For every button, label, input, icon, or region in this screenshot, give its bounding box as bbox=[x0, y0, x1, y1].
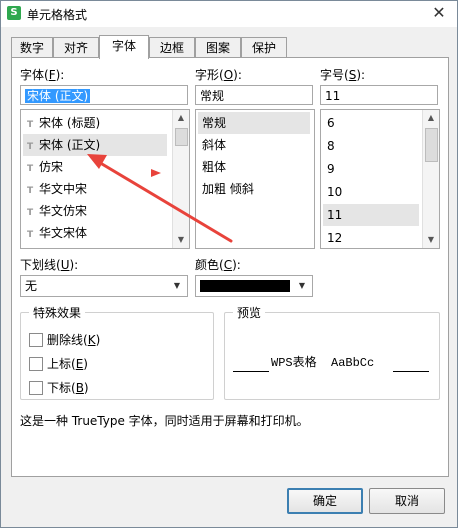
font-item-stzhongsong[interactable]: T 华文中宋 bbox=[23, 178, 167, 200]
font-description: 这是一种 TrueType 字体，同时适用于屏幕和打印机。 bbox=[20, 414, 309, 428]
font-dialog: S 单元格格式 ✕ 数字 对齐 字体 边框 图案 保护 字体(F): 宋体 (正… bbox=[0, 0, 458, 528]
ok-button[interactable]: 确定 bbox=[287, 488, 363, 514]
underline-select[interactable]: 无 ▼ bbox=[20, 275, 188, 297]
font-label: 字体(F): bbox=[20, 68, 65, 82]
truetype-icon: T bbox=[27, 142, 34, 152]
tab-number[interactable]: 数字 bbox=[11, 37, 53, 58]
size-item-6[interactable]: 6 bbox=[323, 112, 419, 134]
scroll-thumb[interactable] bbox=[175, 128, 188, 146]
tab-border[interactable]: 边框 bbox=[149, 37, 195, 58]
scroll-up-icon[interactable]: ▲ bbox=[173, 110, 189, 126]
tab-pattern[interactable]: 图案 bbox=[195, 37, 241, 58]
chevron-down-icon: ▼ bbox=[298, 281, 306, 290]
style-item-regular[interactable]: 常规 bbox=[198, 112, 310, 134]
tab-alignment[interactable]: 对齐 bbox=[53, 37, 99, 58]
size-item-12[interactable]: 12 bbox=[323, 227, 419, 248]
style-item-italic[interactable]: 斜体 bbox=[198, 134, 310, 156]
style-list[interactable]: 常规 斜体 粗体 加粗 倾斜 bbox=[195, 109, 315, 249]
style-item-bold-italic[interactable]: 加粗 倾斜 bbox=[198, 178, 310, 200]
style-label: 字形(O): bbox=[195, 68, 242, 82]
chevron-down-icon: ▼ bbox=[173, 281, 181, 290]
truetype-icon: T bbox=[27, 120, 34, 130]
subscript-label[interactable]: 下标(B) bbox=[47, 379, 89, 396]
effects-title: 特殊效果 bbox=[29, 304, 86, 321]
scroll-thumb[interactable] bbox=[425, 128, 438, 162]
size-item-11[interactable]: 11 bbox=[323, 204, 419, 226]
tab-protection[interactable]: 保护 bbox=[241, 37, 287, 58]
size-item-9[interactable]: 9 bbox=[323, 158, 419, 180]
size-item-10[interactable]: 10 bbox=[323, 181, 419, 203]
size-list[interactable]: 6 8 9 10 11 12 ▲ ▼ bbox=[320, 109, 440, 249]
style-item-bold[interactable]: 粗体 bbox=[198, 156, 310, 178]
color-select[interactable]: ▼ bbox=[195, 275, 313, 297]
preview-group: 预览 WPS表格 AaBbCc bbox=[224, 304, 440, 400]
size-list-scrollbar[interactable]: ▲ ▼ bbox=[422, 110, 439, 248]
font-item-stfangsong[interactable]: T 华文仿宋 bbox=[23, 200, 167, 222]
cancel-button[interactable]: 取消 bbox=[369, 488, 445, 514]
font-input-value: 宋体 (正文) bbox=[25, 89, 91, 103]
close-icon[interactable]: ✕ bbox=[429, 4, 449, 22]
truetype-icon: T bbox=[27, 208, 34, 218]
underline-value: 无 bbox=[25, 279, 38, 293]
font-input[interactable]: 宋体 (正文) bbox=[20, 85, 188, 105]
font-item-songti-body[interactable]: T 宋体 (正文) bbox=[23, 134, 167, 156]
scroll-down-icon[interactable]: ▼ bbox=[423, 232, 439, 248]
scroll-down-icon[interactable]: ▼ bbox=[173, 232, 189, 248]
color-swatch bbox=[200, 280, 290, 292]
size-label: 字号(S): bbox=[320, 68, 366, 82]
underline-label: 下划线(U): bbox=[20, 258, 79, 272]
style-input[interactable]: 常规 bbox=[195, 85, 313, 105]
strikethrough-checkbox[interactable] bbox=[29, 333, 43, 347]
window-title: 单元格格式 bbox=[27, 8, 88, 22]
superscript-checkbox[interactable] bbox=[29, 357, 43, 371]
subscript-checkbox[interactable] bbox=[29, 381, 43, 395]
preview-text: WPS表格 AaBbCc bbox=[271, 356, 375, 370]
font-list[interactable]: T 宋体 (标题) T 宋体 (正文) T 仿宋 T 华文中宋 T 华文仿宋 T 华文宋体 … bbox=[20, 109, 190, 249]
preview-title: 预览 bbox=[233, 304, 266, 321]
title-bar: S 单元格格式 ✕ bbox=[1, 1, 457, 27]
font-item-fangsong[interactable]: T 仿宋 bbox=[23, 156, 167, 178]
color-label: 颜色(C): bbox=[195, 258, 241, 272]
superscript-label[interactable]: 上标(E) bbox=[47, 355, 88, 372]
font-tab-panel: 字体(F): 宋体 (正文) T 宋体 (标题) T 宋体 (正文) T 仿宋 T 华文… bbox=[11, 57, 449, 477]
preview-line-right bbox=[393, 371, 429, 372]
size-item-8[interactable]: 8 bbox=[323, 135, 419, 157]
tab-font[interactable]: 字体 bbox=[99, 35, 149, 59]
app-icon: S bbox=[7, 6, 21, 20]
truetype-icon: T bbox=[27, 186, 34, 196]
truetype-icon: T bbox=[27, 164, 34, 174]
font-item-stsong[interactable]: T 华文宋体 bbox=[23, 222, 167, 244]
scroll-up-icon[interactable]: ▲ bbox=[423, 110, 439, 126]
font-list-scrollbar[interactable]: ▲ ▼ bbox=[172, 110, 189, 248]
strikethrough-label[interactable]: 删除线(K) bbox=[47, 331, 100, 348]
effects-group: 特殊效果 删除线(K) 上标(E) 下标(B) bbox=[20, 304, 214, 400]
preview-line-left bbox=[233, 371, 269, 372]
size-input[interactable]: 11 bbox=[320, 85, 438, 105]
truetype-icon: T bbox=[27, 230, 34, 240]
font-item-songti-heading[interactable]: T 宋体 (标题) bbox=[23, 112, 167, 134]
